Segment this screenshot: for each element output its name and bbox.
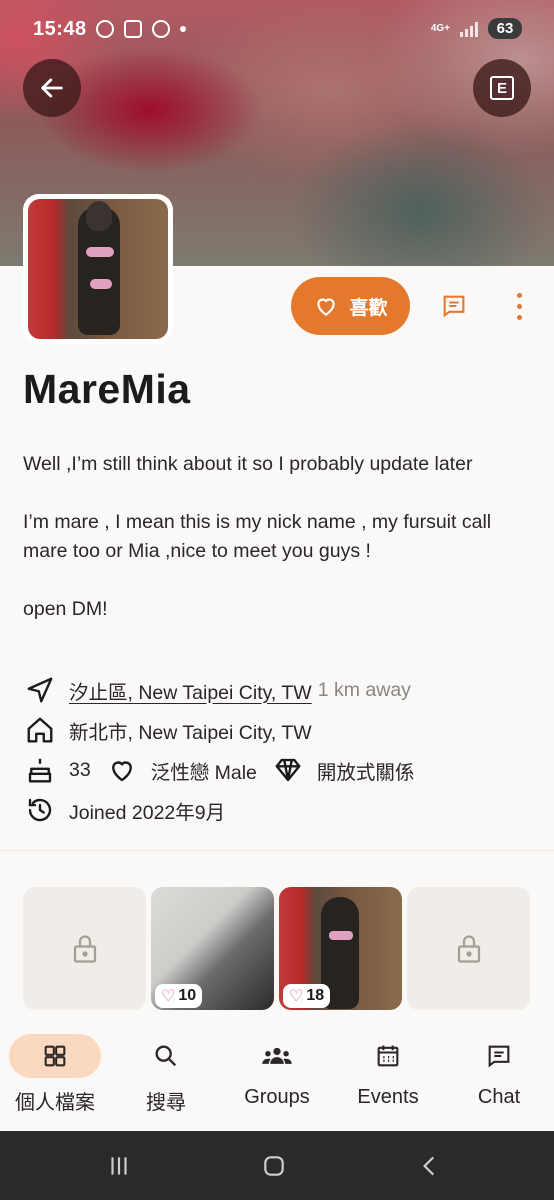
heart-icon: ♡ bbox=[161, 988, 176, 1005]
network-type: 4G+ bbox=[430, 22, 450, 34]
joined-row: Joined 2022年9月 bbox=[23, 793, 543, 827]
nav-pill bbox=[120, 1034, 212, 1078]
more-dot bbox=[516, 314, 522, 320]
location-link[interactable]: 汐止區, New Taipei City, TW bbox=[69, 676, 312, 705]
battery-indicator: 63 bbox=[488, 18, 522, 39]
history-icon bbox=[23, 793, 57, 827]
nav-item-chat[interactable]: Chat bbox=[444, 1026, 554, 1131]
status-time: 15:48 bbox=[33, 18, 87, 40]
profile-name: MareMia bbox=[23, 366, 191, 412]
photo-like-badge: ♡ 10 bbox=[155, 984, 203, 1008]
bottom-navigation: 個人檔案 搜尋 Groups Events Chat bbox=[0, 1026, 554, 1131]
orientation: 泛性戀 Male bbox=[150, 761, 257, 784]
chevron-left-icon bbox=[423, 1156, 435, 1175]
message-button[interactable] bbox=[434, 286, 474, 326]
home-button[interactable] bbox=[234, 1131, 314, 1200]
e-icon: E bbox=[490, 76, 514, 100]
profile-bio: Well ,I’m still think about it so I prob… bbox=[23, 450, 533, 653]
heart-icon bbox=[105, 753, 139, 787]
distance: 1 km away bbox=[317, 678, 411, 701]
recents-icon bbox=[111, 1156, 127, 1175]
message-icon bbox=[443, 295, 465, 318]
diamond-icon bbox=[271, 753, 305, 787]
photo-like-count: 10 bbox=[178, 987, 197, 1004]
relationship: 開放式關係 bbox=[316, 761, 415, 784]
attributes-row: 33 泛性戀 Male 開放式關係 bbox=[23, 753, 543, 787]
nav-item-groups[interactable]: Groups bbox=[222, 1026, 332, 1131]
heart-icon bbox=[317, 298, 336, 316]
age: 33 bbox=[69, 758, 91, 781]
nav-label: 搜尋 bbox=[146, 1092, 186, 1114]
avatar-figure-head bbox=[86, 201, 112, 231]
photo-detail bbox=[329, 931, 353, 940]
e-button[interactable]: E bbox=[473, 59, 531, 117]
grid-icon bbox=[44, 1045, 66, 1067]
joined-date: Joined 2022年9月 bbox=[69, 801, 226, 824]
photo-gallery: ♡ 10 ♡ 18 bbox=[23, 887, 530, 1010]
photo-like-badge: ♡ 18 bbox=[283, 984, 331, 1008]
system-navigation-bar bbox=[0, 1131, 554, 1200]
groups-icon bbox=[262, 1047, 292, 1064]
bio-paragraph: Well ,I’m still think about it so I prob… bbox=[23, 453, 473, 475]
search-icon bbox=[155, 1045, 177, 1067]
avatar[interactable] bbox=[23, 194, 173, 344]
divider bbox=[0, 850, 554, 851]
bio-paragraph: I’m mare , I mean this is my nick name ,… bbox=[23, 511, 492, 562]
hometown-row: 新北市, New Taipei City, TW bbox=[23, 713, 543, 747]
more-dot bbox=[516, 303, 522, 309]
nav-pill bbox=[231, 1034, 323, 1078]
nav-label: Chat bbox=[477, 1086, 521, 1108]
like-button[interactable]: 喜歡 bbox=[291, 277, 410, 335]
location-row: 汐止區, New Taipei City, TW 1 km away bbox=[23, 673, 543, 707]
nav-label: Groups bbox=[244, 1086, 310, 1108]
photo-tile[interactable]: ♡ 18 bbox=[279, 887, 402, 1010]
recents-button[interactable] bbox=[79, 1131, 159, 1200]
hometown: 新北市, New Taipei City, TW bbox=[69, 721, 312, 744]
photo-tile[interactable]: ♡ 10 bbox=[151, 887, 274, 1010]
signal-icon bbox=[460, 21, 478, 37]
nav-pill bbox=[342, 1034, 434, 1078]
like-label: 喜歡 bbox=[349, 297, 388, 319]
app-notification-icon bbox=[152, 20, 170, 38]
nav-pill bbox=[453, 1034, 545, 1078]
status-right: 4G+ 63 bbox=[431, 18, 522, 39]
lock-icon bbox=[457, 934, 480, 963]
locked-photo-tile[interactable] bbox=[23, 887, 146, 1010]
back-button[interactable] bbox=[23, 59, 81, 117]
nav-item-profile[interactable]: 個人檔案 bbox=[0, 1026, 110, 1131]
more-vertical-icon bbox=[516, 292, 522, 298]
avatar-detail bbox=[86, 247, 114, 257]
more-notifications-dot-icon bbox=[180, 26, 186, 32]
nav-pill-active bbox=[9, 1034, 101, 1078]
status-bar: 15:48 4G+ 63 bbox=[0, 0, 554, 60]
cake-icon bbox=[23, 753, 57, 787]
avatar-photo bbox=[28, 199, 168, 339]
nav-label: 個人檔案 bbox=[15, 1092, 95, 1114]
nav-label: Events bbox=[357, 1086, 419, 1108]
heart-icon: ♡ bbox=[289, 988, 304, 1005]
arrow-left-icon bbox=[41, 78, 63, 98]
more-button[interactable] bbox=[503, 286, 535, 326]
nav-item-search[interactable]: 搜尋 bbox=[111, 1026, 221, 1131]
navigation-icon bbox=[23, 673, 57, 707]
locked-photo-tile[interactable] bbox=[407, 887, 530, 1010]
photo-like-count: 18 bbox=[306, 987, 325, 1004]
home-square-icon bbox=[264, 1155, 284, 1176]
system-back-button[interactable] bbox=[390, 1131, 470, 1200]
bio-paragraph: open DM! bbox=[23, 598, 108, 620]
home-icon bbox=[23, 713, 57, 747]
screenshot-icon bbox=[124, 20, 142, 38]
facebook-icon bbox=[96, 20, 114, 38]
lock-icon bbox=[73, 934, 96, 963]
avatar-detail bbox=[90, 279, 112, 289]
status-notification-icons bbox=[96, 20, 186, 38]
calendar-icon bbox=[377, 1045, 399, 1067]
chat-icon bbox=[488, 1045, 510, 1068]
nav-item-events[interactable]: Events bbox=[333, 1026, 443, 1131]
